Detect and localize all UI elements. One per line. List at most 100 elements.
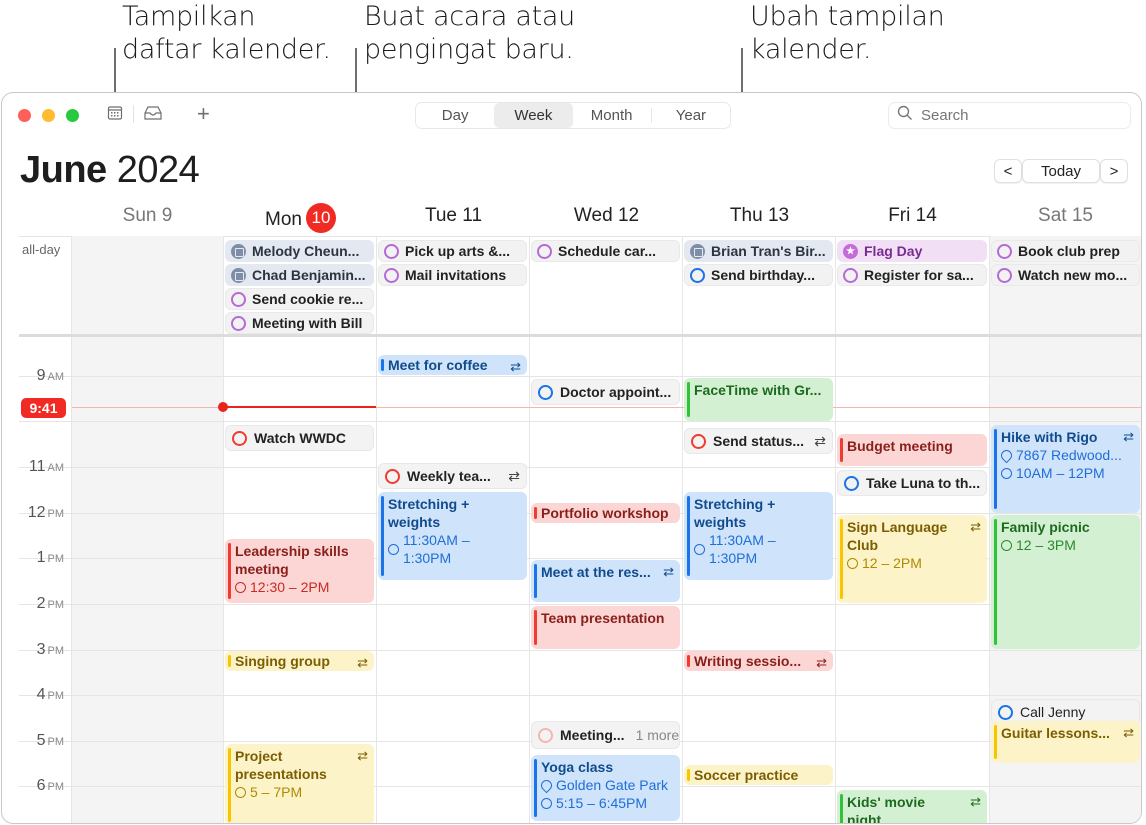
event-picnic[interactable]: Family picnic 12 – 3PM bbox=[991, 515, 1140, 649]
allday-reminder[interactable]: Register for sa... bbox=[837, 264, 987, 286]
reminder-circle-icon[interactable] bbox=[231, 315, 246, 331]
birthday-icon bbox=[231, 243, 246, 259]
reminder-circle-icon[interactable] bbox=[843, 267, 858, 283]
search-input[interactable] bbox=[921, 107, 1111, 124]
month-label: June bbox=[20, 149, 107, 191]
event-title: Register for sa... bbox=[864, 267, 974, 283]
callout-line-2: kalender. bbox=[750, 34, 872, 65]
reminder-circle-icon[interactable] bbox=[997, 243, 1012, 259]
zoom-button[interactable] bbox=[66, 109, 79, 122]
event-soccer[interactable]: Soccer practice bbox=[684, 765, 833, 785]
repeat-icon: ⇄ bbox=[816, 655, 827, 670]
event-singing[interactable]: Singing group ⇄ bbox=[225, 651, 374, 671]
reminder-item[interactable]: Weekly tea... ⇄ bbox=[378, 463, 527, 489]
tab-year[interactable]: Year bbox=[652, 103, 730, 128]
column-sun[interactable] bbox=[71, 236, 224, 823]
reminder-circle-icon[interactable] bbox=[844, 475, 859, 491]
allday-reminder[interactable]: Send cookie re... bbox=[225, 288, 374, 310]
event-yoga[interactable]: Yoga class Golden Gate Park 5:15 – 6:45P… bbox=[531, 755, 680, 821]
ampm: PM bbox=[47, 690, 65, 702]
reminder-circle-icon[interactable] bbox=[537, 243, 552, 259]
allday-reminder[interactable]: Watch new mo... bbox=[991, 264, 1140, 286]
event-writing[interactable]: Writing sessio... ⇄ bbox=[684, 651, 833, 671]
event-stretching[interactable]: Stretching + weights 11:30AM – 1:30PM bbox=[684, 492, 833, 580]
event-sign-language[interactable]: Sign Language Club ⇄ 12 – 2PM bbox=[837, 515, 987, 603]
event-title: Flag Day bbox=[864, 243, 923, 259]
event-project[interactable]: Project presentations ⇄ 5 – 7PM bbox=[225, 744, 374, 823]
repeat-icon: ⇄ bbox=[510, 359, 521, 374]
allday-event[interactable]: Melody Cheun... bbox=[225, 240, 374, 262]
allday-reminder[interactable]: Book club prep bbox=[991, 240, 1140, 262]
event-stretching[interactable]: Stretching + weights 11:30AM – 1:30PM bbox=[378, 492, 527, 580]
reminder-circle-icon[interactable] bbox=[997, 267, 1012, 283]
reminder-circle-icon[interactable] bbox=[232, 430, 247, 446]
tab-month[interactable]: Month bbox=[573, 103, 651, 128]
event-title: Stretching + weights bbox=[694, 496, 776, 530]
location-icon bbox=[998, 447, 1015, 463]
add-event-button[interactable]: + bbox=[197, 101, 210, 127]
allday-reminder[interactable]: Send birthday... bbox=[684, 264, 833, 286]
search-field[interactable] bbox=[888, 102, 1131, 129]
event-title: Meeting with Bill bbox=[252, 315, 363, 331]
reminder-item[interactable]: Doctor appoint... bbox=[531, 379, 680, 405]
event-title: Take Luna to th... bbox=[866, 475, 981, 491]
reminder-circle-icon[interactable] bbox=[691, 433, 706, 449]
event-title: Hike with Rigo bbox=[1001, 429, 1098, 445]
calendar-list-icon[interactable] bbox=[107, 105, 123, 125]
event-title: Doctor appoint... bbox=[560, 384, 672, 400]
reminder-item[interactable]: Send status... ⇄ bbox=[684, 428, 833, 454]
prev-week-button[interactable]: < bbox=[994, 159, 1022, 183]
event-guitar[interactable]: Guitar lessons... ⇄ bbox=[991, 721, 1140, 763]
event-title: Stretching + weights bbox=[388, 496, 470, 530]
reminder-circle-icon[interactable] bbox=[385, 468, 400, 484]
event-leadership[interactable]: Leadership skills meeting 12:30 – 2PM bbox=[225, 539, 374, 603]
view-switcher: Day Week Month Year bbox=[415, 102, 731, 129]
inbox-icon[interactable] bbox=[143, 105, 163, 125]
reminder-item[interactable]: Take Luna to th... bbox=[837, 470, 987, 496]
tab-week[interactable]: Week bbox=[494, 103, 573, 128]
ampm: AM bbox=[47, 371, 65, 383]
allday-reminder[interactable]: Schedule car... bbox=[531, 240, 680, 262]
reminder-item[interactable]: Meeting... 1 more bbox=[531, 721, 680, 749]
event-time: 5 – 7PM bbox=[235, 783, 368, 801]
event-coffee[interactable]: Meet for coffee ⇄ bbox=[378, 355, 527, 375]
event-title: Weekly tea... bbox=[407, 468, 491, 484]
event-title: Guitar lessons... bbox=[1001, 725, 1110, 741]
reminder-circle-icon[interactable] bbox=[231, 291, 246, 307]
hour: 1 bbox=[36, 549, 46, 566]
next-week-button[interactable]: > bbox=[1100, 159, 1128, 183]
event-title: Leadership skills meeting bbox=[235, 543, 349, 577]
event-title: Meet at the res... bbox=[541, 564, 651, 580]
more-link[interactable]: 1 more bbox=[636, 727, 679, 743]
today-button[interactable]: Today bbox=[1022, 159, 1100, 183]
hour-line bbox=[19, 376, 1141, 377]
event-budget[interactable]: Budget meeting bbox=[837, 434, 987, 466]
event-facetime[interactable]: FaceTime with Gr... bbox=[684, 378, 833, 421]
tab-day[interactable]: Day bbox=[416, 103, 494, 128]
reminder-circle-icon[interactable] bbox=[384, 267, 399, 283]
repeat-icon: ⇄ bbox=[508, 467, 520, 484]
allday-reminder[interactable]: Pick up arts &... bbox=[378, 240, 527, 262]
allday-reminder[interactable]: Mail invitations bbox=[378, 264, 527, 286]
hour: 4 bbox=[36, 686, 46, 703]
reminder-circle-icon[interactable] bbox=[690, 267, 705, 283]
reminder-circle-icon[interactable] bbox=[538, 384, 553, 400]
allday-event[interactable]: Brian Tran's Bir... bbox=[684, 240, 833, 262]
reminder-item[interactable]: Watch WWDC bbox=[225, 425, 374, 451]
reminder-circle-icon[interactable] bbox=[384, 243, 399, 259]
event-team-presentation[interactable]: Team presentation bbox=[531, 606, 680, 649]
allday-event[interactable]: Chad Benjamin... bbox=[225, 264, 374, 286]
event-kids-movie[interactable]: Kids' movie night ⇄ bbox=[837, 790, 987, 824]
event-portfolio[interactable]: Portfolio workshop bbox=[531, 503, 680, 523]
close-button[interactable] bbox=[18, 109, 31, 122]
reminder-circle-icon[interactable] bbox=[538, 727, 553, 743]
allday-holiday[interactable]: ★ Flag Day bbox=[837, 240, 987, 262]
event-title: Pick up arts &... bbox=[405, 243, 511, 259]
event-title: Kids' movie night bbox=[847, 794, 926, 824]
allday-reminder[interactable]: Meeting with Bill bbox=[225, 312, 374, 334]
event-hike[interactable]: Hike with Rigo ⇄ 7867 Redwood... 10AM – … bbox=[991, 425, 1140, 513]
event-meet-restaurant[interactable]: Meet at the res... ⇄ bbox=[531, 560, 680, 602]
reminder-circle-icon[interactable] bbox=[998, 704, 1013, 720]
minimize-button[interactable] bbox=[42, 109, 55, 122]
event-title: Soccer practice bbox=[694, 767, 799, 783]
